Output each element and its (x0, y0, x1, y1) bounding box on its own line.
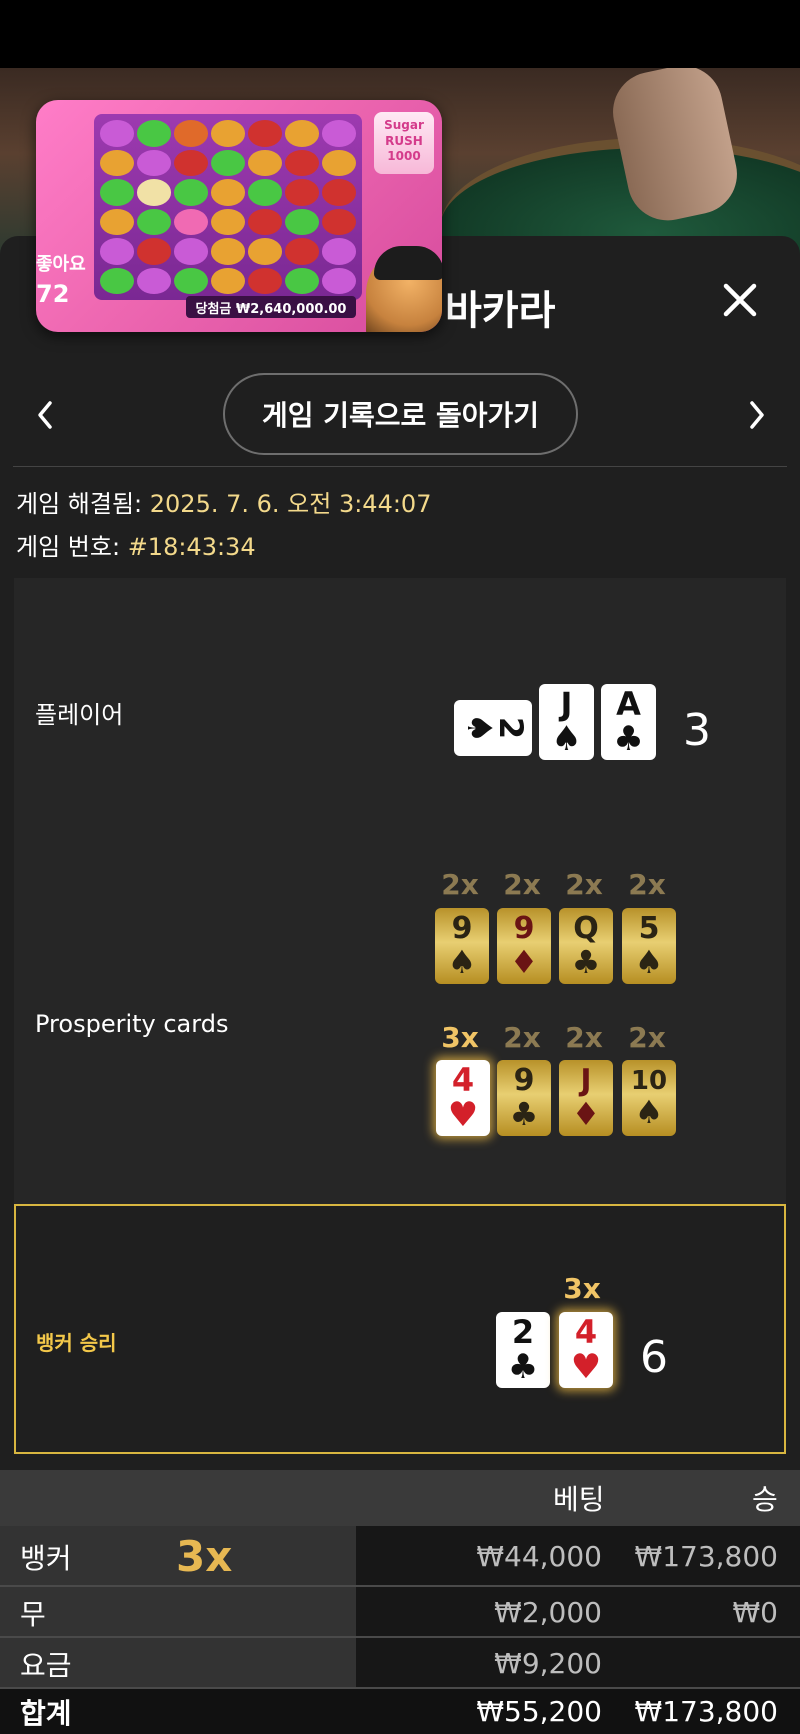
prosperity-multiplier: 2x (441, 868, 479, 901)
bet-name: 뱅커 (20, 1541, 72, 1575)
next-game-arrow-icon[interactable] (742, 395, 772, 435)
prosperity-card: 10 ♠ (622, 1060, 676, 1136)
banker-card-1: 2 ♣ (496, 1312, 550, 1388)
page-title: 바카라 (445, 288, 556, 334)
total-win-amount: ₩173,800 (634, 1695, 778, 1728)
mascot-avatar (366, 246, 442, 332)
win-amount: ₩173,800 (634, 1540, 778, 1573)
slot-win-amount: 당첨금 ₩2,640,000.00 (186, 296, 356, 318)
player-card-2: J ♠ (539, 684, 594, 760)
banker-card-multiplier: 3x (563, 1272, 601, 1305)
bet-name: 무 (20, 1597, 46, 1631)
banker-card-2: 4 ♥ (559, 1312, 613, 1388)
prosperity-multiplier: 3x (441, 1021, 479, 1054)
table-total-row: 합계 ₩55,200 ₩173,800 (0, 1689, 800, 1734)
player-score: 3 (683, 705, 711, 756)
likes-label: 좋아요 (36, 254, 86, 275)
prosperity-label: Prosperity cards (35, 1010, 229, 1038)
prosperity-multiplier: 2x (503, 868, 541, 901)
bet-column-header: 베팅 (553, 1483, 605, 1516)
status-bar (0, 0, 800, 68)
prosperity-card: J ♦ (559, 1060, 613, 1136)
game-number-value: #18:43:34 (127, 533, 256, 561)
bet-table-header: 베팅 승 (0, 1470, 800, 1526)
bet-amount: ₩44,000 (476, 1540, 602, 1573)
game-number-line: 게임 번호: #18:43:34 (16, 527, 256, 562)
player-card-1: ♠ 2 (454, 700, 532, 756)
prosperity-multiplier: 2x (503, 1021, 541, 1054)
slot-game-overlay[interactable]: Sugar RUSH 1000 좋아요 72 당첨금 ₩2,640,000.00 (36, 100, 442, 332)
slot-reel-grid (94, 114, 362, 300)
prosperity-multiplier: 2x (565, 1021, 603, 1054)
bet-amount: ₩2,000 (494, 1596, 602, 1629)
divider (13, 466, 787, 467)
slot-game-logo: Sugar RUSH 1000 (374, 112, 434, 174)
bet-amount: ₩9,200 (494, 1647, 602, 1680)
game-resolved-label: 게임 해결됨: (16, 490, 143, 518)
table-row: 무 ₩2,000 ₩0 (0, 1587, 800, 1638)
prosperity-multiplier: 2x (628, 1021, 666, 1054)
win-amount: ₩0 (732, 1596, 779, 1629)
banker-win-label: 뱅커 승리 (36, 1331, 117, 1355)
win-amount (600, 1638, 778, 1689)
prosperity-card: Q ♣ (559, 908, 613, 984)
prosperity-multiplier: 2x (565, 868, 603, 901)
total-label: 합계 (20, 1696, 72, 1730)
table-row: 뱅커 3x ₩44,000 ₩173,800 (0, 1526, 800, 1587)
game-resolved-line: 게임 해결됨: 2025. 7. 6. 오전 3:44:07 (16, 484, 431, 519)
game-resolved-value: 2025. 7. 6. 오전 3:44:07 (149, 490, 432, 518)
table-row: 요금 ₩9,200 (0, 1638, 800, 1689)
win-column-header: 승 (752, 1483, 778, 1516)
bet-multiplier: 3x (176, 1532, 233, 1581)
previous-game-arrow-icon[interactable] (30, 395, 60, 435)
prosperity-card-highlighted: 4 ♥ (436, 1060, 490, 1136)
player-card-3: A ♣ (601, 684, 656, 760)
prosperity-card: 5 ♠ (622, 908, 676, 984)
back-to-history-button[interactable]: 게임 기록으로 돌아가기 (223, 373, 578, 455)
total-bet-amount: ₩55,200 (476, 1695, 602, 1728)
prosperity-card: 9 ♦ (497, 908, 551, 984)
likes-count: 72 (36, 280, 70, 308)
prosperity-card: 9 ♣ (497, 1060, 551, 1136)
close-icon[interactable] (720, 280, 760, 320)
game-number-label: 게임 번호: (16, 533, 121, 561)
prosperity-card: 9 ♠ (435, 908, 489, 984)
prosperity-multiplier: 2x (628, 868, 666, 901)
bet-name: 요금 (20, 1648, 72, 1682)
player-label: 플레이어 (35, 701, 124, 729)
banker-win-box (14, 1204, 786, 1454)
banker-score: 6 (640, 1332, 668, 1383)
